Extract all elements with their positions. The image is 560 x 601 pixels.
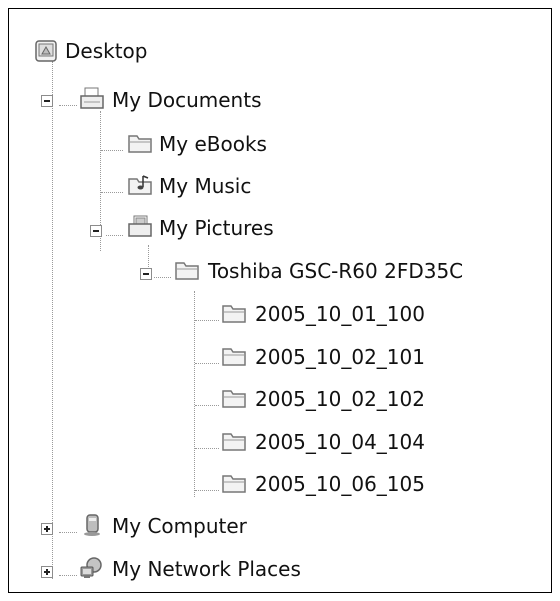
tree-item-label: Toshiba GSC-R60 2FD35C — [208, 259, 464, 283]
tree-line — [101, 150, 123, 151]
folder-tree-panel: Desktop My Documents My eBooks My Music — [8, 8, 552, 593]
tree-item-label: My Documents — [112, 88, 262, 112]
documents-folder-icon — [80, 87, 104, 109]
tree-item-label: 2005_10_06_105 — [255, 472, 425, 496]
tree-item-label: My eBooks — [159, 132, 267, 156]
collapse-toggle[interactable] — [41, 95, 53, 107]
folder-icon — [222, 305, 246, 323]
tree-item-label: 2005_10_02_102 — [255, 387, 425, 411]
folder-icon — [222, 475, 246, 493]
expand-toggle[interactable] — [41, 566, 53, 578]
tree-line — [59, 575, 77, 576]
expand-toggle[interactable] — [41, 523, 53, 535]
tree-line — [59, 105, 77, 106]
folder-icon — [222, 390, 246, 408]
tree-item-label: 2005_10_04_104 — [255, 430, 425, 454]
tree-item-label: 2005_10_01_100 — [255, 302, 425, 326]
tree-line — [194, 291, 195, 497]
tree-line — [195, 363, 219, 364]
tree-line — [154, 277, 171, 278]
tree-line — [101, 192, 123, 193]
tree-line — [195, 490, 219, 491]
folder-icon — [222, 433, 246, 451]
pictures-folder-icon — [128, 215, 152, 237]
collapse-toggle[interactable] — [140, 268, 152, 280]
folder-icon — [222, 348, 246, 366]
folder-icon — [175, 262, 199, 280]
collapse-toggle[interactable] — [90, 225, 102, 237]
tree-line — [52, 61, 53, 579]
folder-icon — [128, 135, 152, 153]
tree-item-label: My Music — [159, 174, 252, 198]
tree-item-label: My Network Places — [112, 557, 301, 581]
tree-line — [195, 320, 219, 321]
tree-line — [59, 532, 77, 533]
network-icon — [80, 557, 102, 578]
tree-line — [106, 235, 123, 236]
tree-line — [195, 405, 219, 406]
tree-item-label: 2005_10_02_101 — [255, 345, 425, 369]
tree-item-label: Desktop — [65, 39, 148, 63]
tree-item-label: My Pictures — [159, 216, 274, 240]
music-folder-icon — [128, 175, 152, 195]
computer-icon — [84, 514, 100, 536]
tree-line — [195, 448, 219, 449]
tree-item-label: My Computer — [112, 514, 247, 538]
desktop-icon — [35, 40, 57, 62]
